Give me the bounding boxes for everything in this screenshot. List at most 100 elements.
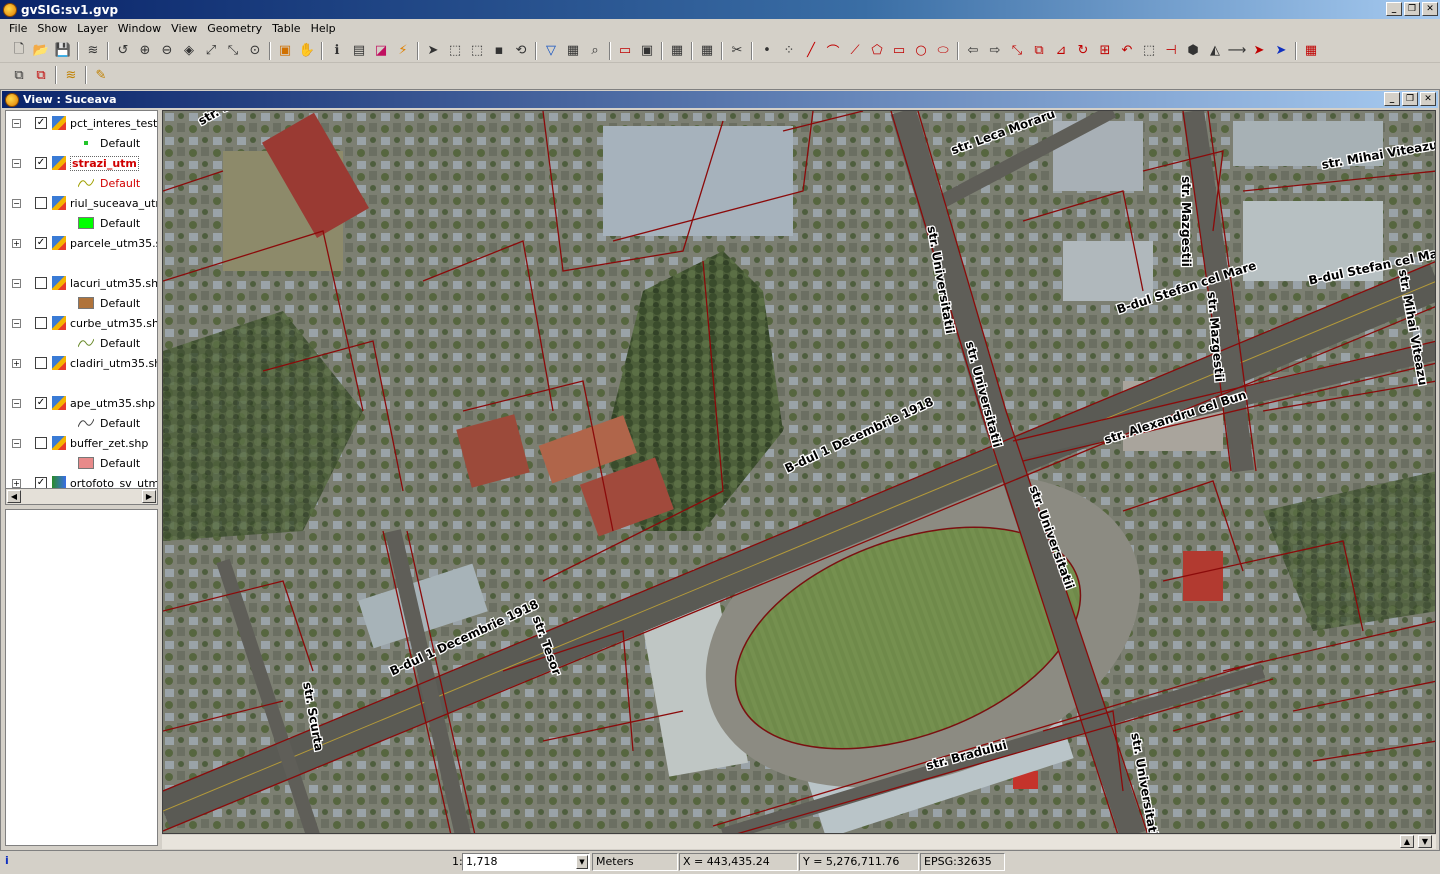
info-icon[interactable]: ℹ (326, 40, 348, 62)
minimize-button[interactable]: _ (1386, 2, 1402, 16)
expand-toggle-icon[interactable]: + (12, 238, 21, 248)
layer-row[interactable]: − riul_suceava_utr (6, 194, 157, 212)
rectangle-icon[interactable]: ▭ (888, 40, 910, 62)
scale-select[interactable]: 1,718 ▼ (462, 853, 590, 871)
menu-file[interactable]: File (4, 22, 32, 35)
vertex-icon[interactable]: ⤡ (1006, 40, 1028, 62)
expand-toggle-icon[interactable]: − (12, 398, 21, 408)
menu-show[interactable]: Show (32, 22, 72, 35)
grid-icon[interactable]: ▦ (696, 40, 718, 62)
arc-icon[interactable]: ⌒ (822, 40, 844, 62)
edit-tools-icon[interactable]: ✂ (726, 40, 748, 62)
layer-row[interactable]: − curbe_utm35.shp (6, 314, 157, 332)
menu-help[interactable]: Help (306, 22, 341, 35)
select-edit-icon[interactable]: ➤ (1248, 40, 1270, 62)
expand-toggle-icon[interactable]: − (12, 158, 21, 168)
hyperlink-icon[interactable]: ⚡ (392, 40, 414, 62)
copy-icon[interactable]: ⧉ (1028, 40, 1050, 62)
layer-row[interactable]: − buffer_zet.shp (6, 434, 148, 452)
menu-view[interactable]: View (166, 22, 202, 35)
menu-layer[interactable]: Layer (72, 22, 113, 35)
expand-toggle-icon[interactable]: − (12, 278, 21, 288)
ellipse-icon[interactable]: ⬭ (932, 40, 954, 62)
select-layer-icon[interactable]: ▪ (488, 40, 510, 62)
table-icon[interactable]: ▦ (1300, 40, 1322, 62)
select-edit-blue-icon[interactable]: ➤ (1270, 40, 1292, 62)
measure-area-icon[interactable]: ◪ (370, 40, 392, 62)
layer-stack-icon[interactable]: ≋ (60, 64, 82, 86)
expand-toggle-icon[interactable]: + (12, 478, 21, 488)
map-canvas[interactable]: str. Satulnstr. Leca Morarustr. Mihai Vi… (162, 110, 1436, 834)
expand-toggle-icon[interactable]: − (12, 318, 21, 328)
zoom-extent-icon[interactable]: ⤡ (222, 40, 244, 62)
menu-table[interactable]: Table (267, 22, 305, 35)
menu-window[interactable]: Window (113, 22, 166, 35)
locator-map[interactable] (5, 509, 158, 846)
split-icon[interactable]: ⊣ (1160, 40, 1182, 62)
save-icon[interactable]: 💾 (52, 40, 74, 62)
attribute-table-icon[interactable]: ▤ (348, 40, 370, 62)
toc-scrollbar[interactable]: ◀ ▶ (5, 488, 158, 505)
pan-hand-icon[interactable]: ✋ (296, 40, 318, 62)
join-icon[interactable]: ⬢ (1182, 40, 1204, 62)
menu-geometry[interactable]: Geometry (202, 22, 267, 35)
layer-row[interactable]: − lacuri_utm35.shp (6, 274, 157, 292)
paste-doc-icon[interactable]: ⧉ (30, 64, 52, 86)
expand-toggle-icon[interactable]: − (12, 198, 21, 208)
view-close-button[interactable]: ✕ (1420, 92, 1436, 106)
circle-icon[interactable]: ○ (910, 40, 932, 62)
edit-note-icon[interactable]: ✎ (90, 64, 112, 86)
scroll-right-icon[interactable]: ▶ (142, 490, 156, 503)
layer-row[interactable]: − ✓ strazi_utm (6, 154, 139, 172)
point-icon[interactable]: • (756, 40, 778, 62)
new-icon[interactable]: 🗋 (8, 40, 30, 62)
extend-icon[interactable]: ⟶ (1226, 40, 1248, 62)
explode-icon[interactable]: ◭ (1204, 40, 1226, 62)
layer-visibility-checkbox[interactable]: ✓ (35, 237, 47, 249)
zoom-out-icon[interactable]: ⊖ (156, 40, 178, 62)
select-poly-icon[interactable]: ⬚ (466, 40, 488, 62)
chevron-down-icon[interactable]: ▼ (576, 855, 588, 869)
expand-toggle-icon[interactable]: + (12, 358, 21, 368)
layer-visibility-checkbox[interactable]: ✓ (35, 117, 47, 129)
layer-row[interactable]: + cladiri_utm35.shp (6, 354, 157, 372)
query-table-icon[interactable]: ▦ (562, 40, 584, 62)
restore-button[interactable]: ❐ (1404, 2, 1420, 16)
map-scroll-down-icon[interactable]: ▼ (1418, 835, 1432, 848)
zoom-previous-icon[interactable]: ↺ (112, 40, 134, 62)
open-icon[interactable]: 📂 (30, 40, 52, 62)
layer-visibility-checkbox[interactable]: ✓ (35, 397, 47, 409)
layer-visibility-checkbox[interactable] (35, 277, 47, 289)
layer-visibility-checkbox[interactable] (35, 437, 47, 449)
add-layer-icon[interactable]: ≋ (82, 40, 104, 62)
layer-row[interactable]: − ✓ ape_utm35.shp (6, 394, 155, 412)
frame-icon[interactable]: ▣ (274, 40, 296, 62)
undo-edit-icon[interactable]: ↶ (1116, 40, 1138, 62)
view-restore-button[interactable]: ❐ (1402, 92, 1418, 106)
layer-visibility-checkbox[interactable] (35, 357, 47, 369)
zoom-layer-icon[interactable]: ◈ (178, 40, 200, 62)
line-icon[interactable]: ╱ (800, 40, 822, 62)
layer-visibility-checkbox[interactable] (35, 197, 47, 209)
layer-row[interactable]: + ✓ parcele_utm35.sl (6, 234, 157, 252)
expand-toggle-icon[interactable]: − (12, 118, 21, 128)
graphic-frame-icon[interactable]: ▣ (636, 40, 658, 62)
select-arrow-icon[interactable]: ➤ (422, 40, 444, 62)
layer-visibility-checkbox[interactable]: ✓ (35, 157, 47, 169)
zoom-select-icon[interactable]: ⊙ (244, 40, 266, 62)
map-scroll-area[interactable]: ▲ ▼ (162, 835, 1436, 849)
expand-toggle-icon[interactable]: − (12, 438, 21, 448)
symmetry-icon[interactable]: ⊿ (1050, 40, 1072, 62)
locate-icon[interactable]: ⌕ (584, 40, 606, 62)
map-scroll-up-icon[interactable]: ▲ (1400, 835, 1414, 848)
rotate-icon[interactable]: ↻ (1072, 40, 1094, 62)
rectangle-graphic-icon[interactable]: ▭ (614, 40, 636, 62)
move-right-icon[interactable]: ⇨ (984, 40, 1006, 62)
polyline-icon[interactable]: ⟋ (844, 40, 866, 62)
layer-visibility-checkbox[interactable] (35, 317, 47, 329)
move-left-icon[interactable]: ⇦ (962, 40, 984, 62)
polygon-icon[interactable]: ⬠ (866, 40, 888, 62)
filter-icon[interactable]: ▽ (540, 40, 562, 62)
copy-doc-icon[interactable]: ⧉ (8, 64, 30, 86)
view-minimize-button[interactable]: _ (1384, 92, 1400, 106)
